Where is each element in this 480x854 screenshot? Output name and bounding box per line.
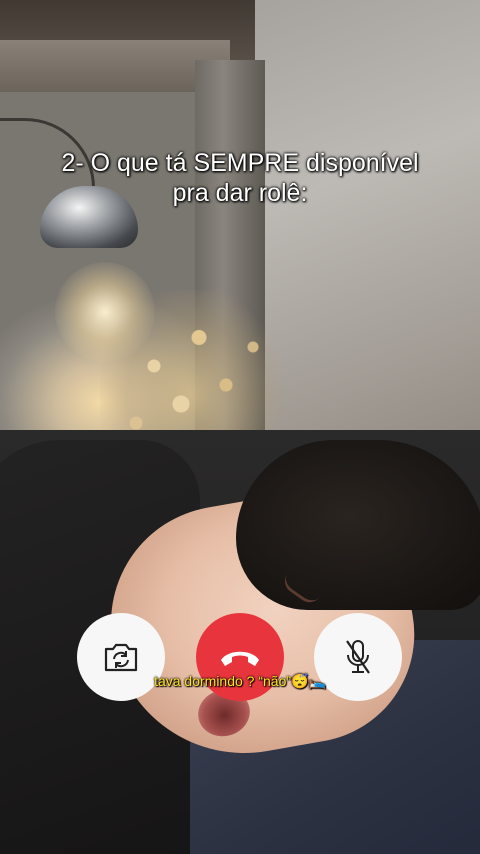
video-call-screen: 2- O que tá SEMPRE disponível pra dar ro… <box>0 0 480 854</box>
subtitle-text: tava dormindo ? “não”😴🛌 <box>154 673 326 689</box>
microphone-muted-icon <box>346 640 370 674</box>
video-caption: 2- O que tá SEMPRE disponível pra dar ro… <box>0 148 480 208</box>
caption-line-2: pra dar rolê: <box>172 179 308 207</box>
caption-line-1: 2- O que tá SEMPRE disponível <box>61 149 419 177</box>
hair <box>236 440 480 610</box>
phone-hangup-icon <box>221 651 259 666</box>
camera-flip-icon <box>104 643 138 672</box>
